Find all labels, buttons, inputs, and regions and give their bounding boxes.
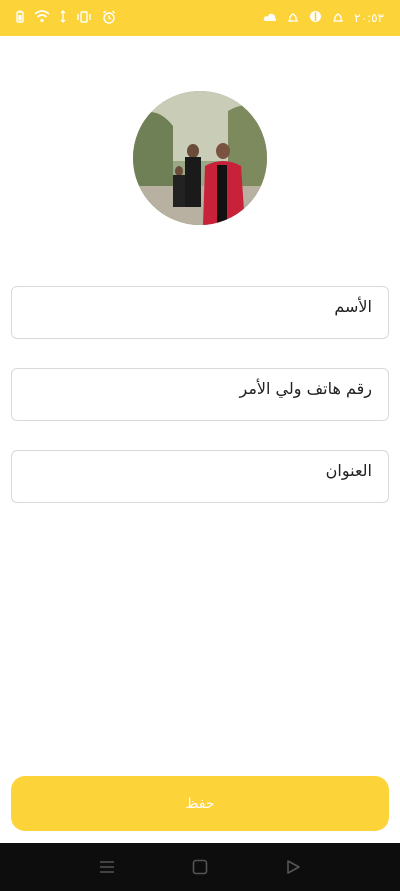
back-nav-button[interactable]: [281, 855, 305, 879]
name-field[interactable]: الأسم: [11, 286, 389, 339]
vibrate-icon: [76, 10, 92, 26]
menu-icon: [99, 861, 114, 873]
status-right-icons: ٢٠:٥٣: [263, 10, 384, 26]
wifi-icon: [34, 10, 50, 26]
profile-avatar[interactable]: [133, 91, 267, 225]
avatar-photo: [133, 91, 267, 225]
home-nav-button[interactable]: [188, 855, 212, 879]
home-square-icon: [192, 859, 208, 875]
status-bar: ٢٠:٥٣: [0, 0, 400, 36]
battery-icon: [16, 10, 24, 26]
name-field-label: الأسم: [334, 297, 372, 316]
notification-icon-2: [332, 11, 344, 26]
address-field[interactable]: العنوان: [11, 450, 389, 503]
alarm-icon: [102, 10, 116, 27]
back-triangle-icon: [287, 860, 301, 874]
menu-nav-button[interactable]: [95, 855, 119, 879]
status-left-icons: [16, 10, 116, 27]
navigation-bar: [0, 843, 400, 891]
data-arrows-icon: [60, 10, 66, 26]
save-button[interactable]: حفظ: [11, 776, 389, 831]
guardian-phone-field-label: رقم هاتف ولي الأمر: [239, 379, 372, 398]
app-icon: [309, 10, 322, 26]
guardian-phone-field[interactable]: رقم هاتف ولي الأمر: [11, 368, 389, 421]
cloud-icon: [263, 12, 277, 25]
address-field-label: العنوان: [325, 461, 372, 480]
status-time: ٢٠:٥٣: [354, 11, 384, 25]
notification-icon: [287, 11, 299, 26]
